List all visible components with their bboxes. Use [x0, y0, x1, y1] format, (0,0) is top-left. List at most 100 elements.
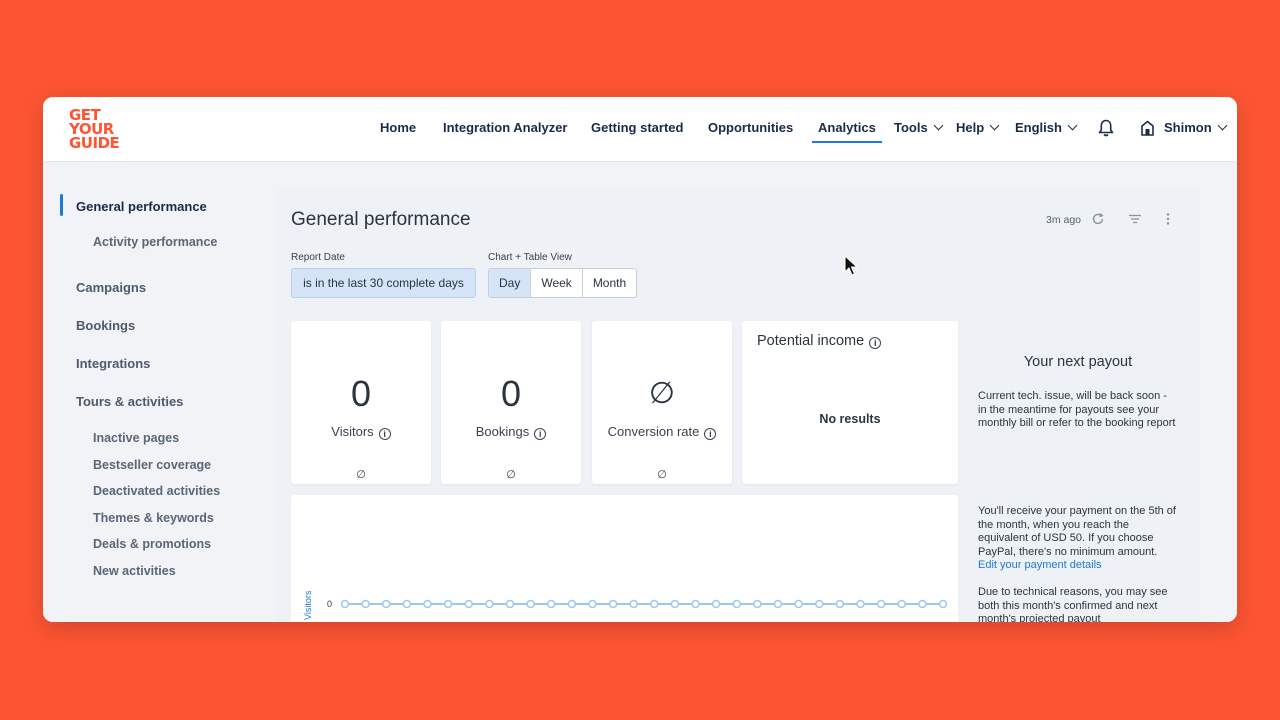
chart-point[interactable] [485, 599, 494, 609]
report-date-label: Report Date [291, 252, 345, 263]
report-date-filter[interactable]: is in the last 30 complete days [291, 268, 476, 298]
potential-income-title: Potential income [757, 333, 865, 349]
chart-point[interactable] [361, 599, 370, 609]
payout-info-body: You'll receive your payment on the 5th o… [978, 505, 1176, 558]
nav-help-label: Help [956, 120, 985, 135]
nav-integration-analyzer[interactable]: Integration Analyzer [443, 97, 567, 162]
payout-technical-reasons-text: Due to technical reasons, you may see bo… [978, 586, 1168, 622]
sidebar-item-bestseller-coverage[interactable]: Bestseller coverage [93, 458, 211, 472]
chart-point[interactable] [835, 599, 845, 609]
view-option-week[interactable]: Week [531, 269, 583, 297]
info-icon[interactable]: i [704, 428, 717, 440]
sidebar-item-integrations[interactable]: Integrations [76, 356, 150, 371]
chart-point[interactable] [464, 599, 473, 609]
chart-point[interactable] [711, 599, 721, 609]
refresh-icon[interactable] [1091, 212, 1105, 226]
sidebar-item-themes-keywords[interactable]: Themes & keywords [93, 511, 214, 525]
conversion-label-row: Conversion rate i [592, 424, 732, 440]
potential-income-title-row: Potential income i [757, 333, 882, 349]
chart-point[interactable] [918, 599, 927, 609]
visitors-label-row: Visitors i [291, 424, 431, 440]
page-title: General performance [291, 209, 471, 230]
potential-income-card: Potential income i No results [742, 321, 958, 484]
chart-point[interactable] [876, 599, 886, 609]
chart-point[interactable] [381, 599, 391, 609]
sidebar-item-deals-promotions[interactable]: Deals & promotions [93, 537, 211, 551]
no-results-text: No results [819, 412, 881, 426]
visitors-line-chart: Visitors 0 [303, 590, 948, 620]
view-option-month[interactable]: Month [583, 269, 636, 297]
edit-payment-details-link[interactable]: Edit your payment details [978, 559, 1102, 571]
chart-point[interactable] [588, 599, 597, 609]
info-icon[interactable]: i [534, 428, 547, 440]
payout-info-text: You'll receive your payment on the 5th o… [978, 505, 1178, 573]
chart-point[interactable] [794, 599, 803, 609]
nav-getting-started[interactable]: Getting started [591, 97, 683, 162]
sidebar-item-bookings[interactable]: Bookings [76, 318, 135, 333]
chart-point[interactable] [732, 599, 742, 609]
chart-point[interactable] [546, 599, 556, 609]
sidebar-item-inactive-pages[interactable]: Inactive pages [93, 431, 179, 445]
nav-opportunities[interactable]: Opportunities [708, 97, 793, 162]
filter-icon[interactable] [1128, 212, 1142, 226]
visitors-card: 0 Visitors i ∅ [291, 321, 431, 484]
nav-home[interactable]: Home [380, 97, 416, 162]
chart-y-axis-label: Visitors [303, 590, 313, 620]
language-dropdown[interactable]: English [1015, 97, 1078, 162]
chart-point[interactable] [897, 599, 907, 609]
language-label: English [1015, 120, 1062, 135]
chart-point[interactable] [608, 599, 618, 609]
chart-point[interactable] [505, 599, 515, 609]
user-name: Shimon [1164, 120, 1212, 135]
getyourguide-logo[interactable]: GET YOUR GUIDE [69, 108, 129, 152]
more-options-icon[interactable] [1161, 212, 1175, 226]
view-label: Chart + Table View [488, 252, 572, 263]
chart-point[interactable] [815, 599, 824, 609]
info-icon[interactable]: i [869, 337, 882, 349]
shop-user-icon[interactable] [1140, 120, 1155, 136]
visitors-comparison: ∅ [356, 469, 366, 481]
payout-title: Your next payout [1023, 354, 1133, 370]
user-menu[interactable]: Shimon [1164, 97, 1228, 162]
bell-icon[interactable] [1098, 119, 1114, 137]
nav-help-dropdown[interactable]: Help [956, 97, 1000, 162]
bookings-value: 0 [500, 373, 522, 414]
sidebar-item-tours-activities[interactable]: Tours & activities [76, 394, 183, 409]
chart-point[interactable] [773, 599, 783, 609]
chart-point[interactable] [340, 599, 350, 609]
sidebar-item-deactivated-activities[interactable]: Deactivated activities [93, 484, 220, 498]
bookings-label-row: Bookings i [441, 424, 581, 440]
sidebar-item-general-performance[interactable]: General performance [76, 199, 207, 214]
view-toggle: Day Week Month [488, 268, 638, 298]
chart-point[interactable] [670, 599, 680, 609]
nav-tools-dropdown[interactable]: Tools [894, 97, 944, 162]
bookings-label: Bookings [475, 424, 530, 439]
chart-point[interactable] [443, 599, 453, 609]
sidebar-item-activity-performance[interactable]: Activity performance [93, 235, 217, 249]
visitors-label: Visitors [331, 424, 374, 439]
chart-point[interactable] [423, 599, 432, 609]
chart-point[interactable] [526, 599, 535, 609]
info-icon[interactable]: i [378, 428, 391, 440]
sidebar-item-new-activities[interactable]: New activities [93, 564, 176, 578]
chart-point[interactable] [691, 599, 700, 609]
conversion-rate-label: Conversion rate [607, 424, 700, 439]
chart-point[interactable] [753, 599, 762, 609]
view-option-day[interactable]: Day [489, 269, 532, 297]
chart-point[interactable] [567, 599, 577, 609]
chevron-down-icon [1067, 120, 1078, 131]
sidebar: General performance Activity performance… [43, 163, 275, 622]
conversion-rate-value: ∅ [648, 377, 676, 410]
chart-point[interactable] [629, 599, 638, 609]
nav-tools-label: Tools [894, 120, 928, 135]
sidebar-item-campaigns[interactable]: Campaigns [76, 280, 146, 295]
conversion-comparison: ∅ [657, 469, 667, 481]
chart-point[interactable] [402, 599, 412, 609]
visitors-value: 0 [350, 373, 372, 414]
chevron-down-icon [989, 120, 1000, 131]
chart-point[interactable] [856, 599, 865, 609]
chart-point[interactable] [938, 599, 948, 609]
chart-point[interactable] [650, 599, 659, 609]
nav-analytics[interactable]: Analytics [812, 97, 882, 162]
payout-tech-issue-text: Current tech. issue, will be back soon -… [978, 390, 1176, 429]
